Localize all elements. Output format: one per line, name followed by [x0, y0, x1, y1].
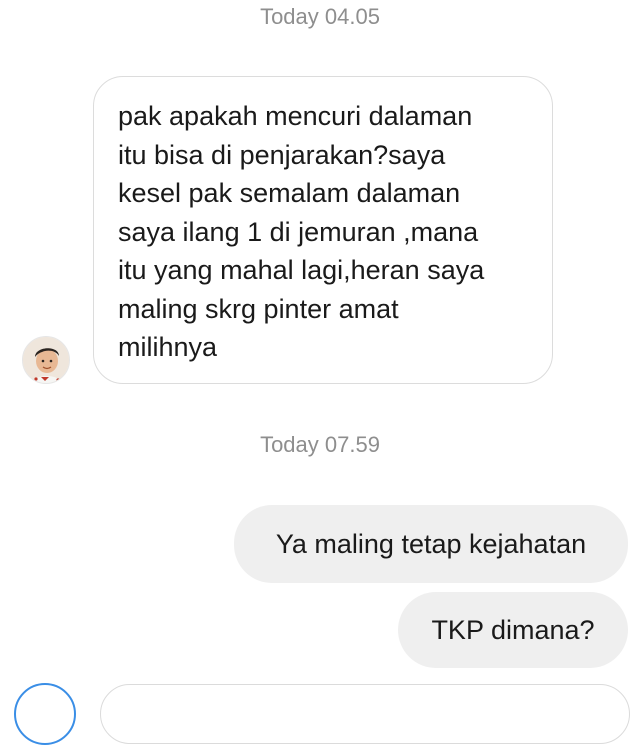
- timestamp-first: Today 04.05: [260, 4, 380, 29]
- message-input[interactable]: [100, 684, 630, 744]
- avatar-photo: [23, 337, 69, 383]
- message-line: saya ilang 1 di jemuran ,mana: [118, 216, 479, 247]
- message-line: milihnya: [118, 332, 218, 362]
- message-line: maling skrg pinter amat: [118, 293, 399, 324]
- message-line: itu bisa di penjarakan?saya: [118, 139, 446, 170]
- message-line: itu yang mahal lagi,heran saya: [118, 255, 485, 285]
- outgoing-message-text: TKP dimana?: [431, 614, 595, 645]
- camera-icon[interactable]: [14, 683, 76, 745]
- outgoing-message-text: Ya maling tetap kejahatan: [275, 528, 587, 559]
- timestamp-second: Today 07.59: [260, 432, 380, 457]
- sender-avatar[interactable]: [22, 336, 70, 384]
- outgoing-message-bubble[interactable]: TKP dimana?: [398, 592, 628, 668]
- outgoing-message-bubble[interactable]: Ya maling tetap kejahatan: [234, 505, 628, 583]
- message-line: pak apakah mencuri dalaman: [118, 101, 473, 131]
- message-line: kesel pak semalam dalaman: [118, 178, 461, 208]
- incoming-message-bubble[interactable]: pak apakah mencuri dalaman itu bisa di p…: [93, 76, 553, 384]
